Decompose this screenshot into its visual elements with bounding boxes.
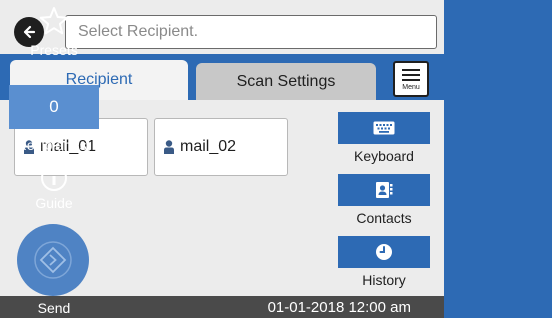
menu-button[interactable]: Menu	[393, 61, 429, 97]
guide-button[interactable]: Guide	[0, 164, 108, 211]
keyboard-label: Keyboard	[354, 148, 414, 164]
star-icon	[39, 7, 69, 35]
recipients-label-block: Recipient(s)	[0, 137, 108, 153]
history-icon	[376, 244, 392, 260]
send-diamond-icon	[34, 241, 72, 279]
contacts-icon-tile	[338, 174, 430, 206]
send-button[interactable]	[17, 224, 89, 296]
tab-scan-settings-label: Scan Settings	[236, 72, 336, 90]
keyboard-icon	[373, 121, 395, 135]
recipient-name: mail_02	[180, 138, 237, 155]
keyboard-button[interactable]: Keyboard	[338, 112, 430, 164]
presets-button[interactable]: Presets	[0, 6, 108, 58]
status-datetime: 01-01-2018 12:00 am	[267, 298, 411, 316]
menu-icon	[402, 68, 420, 83]
tab-scan-settings[interactable]: Scan Settings	[196, 63, 376, 100]
right-panel	[444, 0, 552, 318]
contacts-label: Contacts	[356, 210, 412, 226]
recipients-label: Recipient(s)	[16, 137, 92, 153]
recipient-count-badge: 0	[9, 85, 99, 129]
info-icon	[41, 165, 67, 191]
recipient-count: 0	[49, 97, 59, 116]
recipient-chip-mail-02[interactable]: mail_02	[154, 118, 288, 176]
contacts-button[interactable]: Contacts	[338, 174, 430, 226]
person-icon	[164, 140, 174, 154]
keyboard-icon-tile	[338, 112, 430, 144]
guide-label: Guide	[35, 195, 73, 211]
presets-label: Presets	[30, 42, 78, 58]
recipient-search-input[interactable]: Select Recipient.	[65, 15, 437, 49]
menu-label: Menu	[402, 83, 420, 91]
history-icon-tile	[338, 236, 430, 268]
history-button[interactable]: History	[338, 236, 430, 288]
history-label: History	[362, 272, 406, 288]
contacts-icon	[376, 182, 393, 198]
send-label: Send	[37, 300, 71, 316]
